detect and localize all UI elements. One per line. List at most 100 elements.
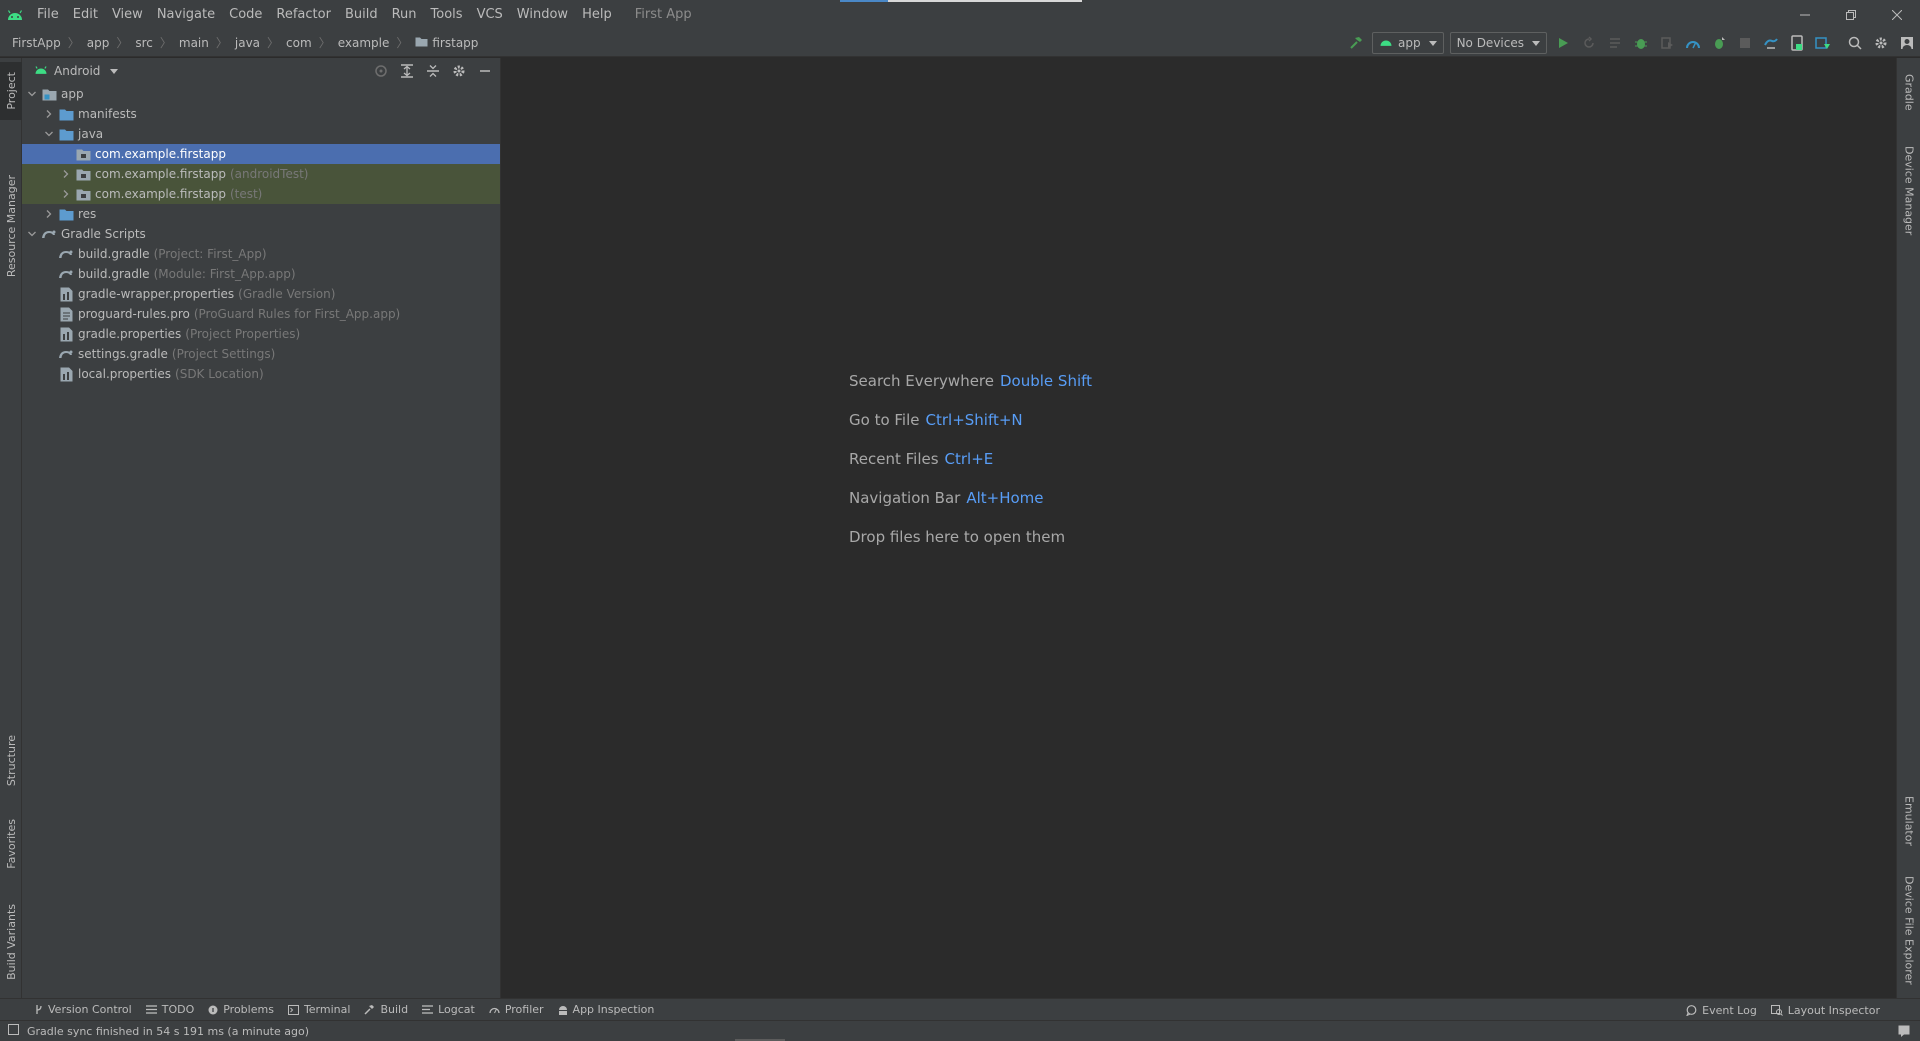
tab-project[interactable]: Project	[0, 62, 22, 120]
chevron-right-icon[interactable]	[43, 104, 55, 124]
chevron-right-icon[interactable]	[43, 204, 55, 224]
menu-code[interactable]: Code	[222, 0, 269, 29]
apply-changes-restart-icon[interactable]	[1576, 29, 1602, 57]
tree-row[interactable]: settings.gradle (Project Settings)	[22, 344, 500, 364]
expand-all-icon[interactable]	[394, 58, 420, 84]
panel-settings-gear-icon[interactable]	[446, 58, 472, 84]
tree-row[interactable]: manifests	[22, 104, 500, 124]
tree-row[interactable]: com.example.firstapp (androidTest)	[22, 164, 500, 184]
breadcrumb-item[interactable]: example	[338, 36, 390, 50]
breadcrumb-item[interactable]: app	[87, 36, 110, 50]
tab-build[interactable]: Build	[364, 1003, 408, 1016]
menu-file[interactable]: File	[30, 0, 66, 29]
chevron-right-icon[interactable]	[60, 184, 72, 204]
menu-navigate[interactable]: Navigate	[150, 0, 222, 29]
search-icon[interactable]	[1842, 29, 1868, 57]
run-icon[interactable]	[1550, 29, 1576, 57]
tab-event-log[interactable]: Event Log	[1686, 1004, 1757, 1017]
tab-profiler[interactable]: Profiler	[489, 1003, 544, 1016]
editor-area[interactable]: Search Everywhere Double Shift Go to File…	[502, 58, 1896, 998]
device-manager-icon[interactable]	[1784, 29, 1810, 57]
hide-panel-icon[interactable]	[472, 58, 498, 84]
menu-build[interactable]: Build	[338, 0, 385, 29]
tree-row[interactable]: Gradle Scripts	[22, 224, 500, 244]
chevron-right-icon[interactable]	[60, 164, 72, 184]
tree-row[interactable]: com.example.firstapp	[22, 144, 500, 164]
menu-run[interactable]: Run	[385, 0, 424, 29]
breadcrumb-item[interactable]: java	[235, 36, 260, 50]
chevron-down-icon[interactable]	[26, 84, 38, 104]
chevron-down-icon[interactable]	[43, 124, 55, 144]
tab-logcat-label: Logcat	[438, 1003, 475, 1016]
tab-build-variants[interactable]: Build Variants	[0, 894, 22, 990]
tree-row[interactable]: build.gradle (Module: First_App.app)	[22, 264, 500, 284]
breadcrumb-item[interactable]: src	[135, 36, 153, 50]
tab-layout-inspector[interactable]: Layout Inspector	[1770, 1004, 1880, 1017]
tab-favorites[interactable]: Favorites	[0, 810, 22, 878]
tab-structure[interactable]: Structure	[0, 728, 22, 794]
account-icon[interactable]	[1894, 29, 1920, 57]
tab-todo[interactable]: TODO	[145, 1003, 194, 1016]
project-panel-header: Android	[22, 58, 500, 84]
sync-gradle-icon[interactable]	[1758, 29, 1784, 57]
tab-terminal[interactable]: Terminal	[287, 1003, 350, 1016]
breadcrumb-item-current[interactable]: firstapp	[415, 36, 478, 50]
tree-row[interactable]: local.properties (SDK Location)	[22, 364, 500, 384]
tab-app-inspection[interactable]: App Inspection	[558, 1003, 654, 1016]
tree-row-name: java	[78, 127, 104, 141]
menu-vcs[interactable]: VCS	[470, 0, 510, 29]
tab-logcat[interactable]: Logcat	[422, 1003, 475, 1016]
tab-version-control[interactable]: Version Control	[34, 1003, 132, 1016]
settings-gear-icon[interactable]	[1868, 29, 1894, 57]
menu-help[interactable]: Help	[575, 0, 619, 29]
breadcrumb-item[interactable]: main	[179, 36, 209, 50]
tab-gradle[interactable]: Gradle	[1898, 64, 1920, 120]
tree-row[interactable]: gradle.properties (Project Properties)	[22, 324, 500, 344]
breadcrumb-item[interactable]: FirstApp	[12, 36, 61, 50]
minimize-button[interactable]	[1782, 0, 1828, 29]
tab-emulator[interactable]: Emulator	[1898, 786, 1920, 856]
tree-row-label: settings.gradle (Project Settings)	[78, 347, 275, 361]
apply-code-changes-icon[interactable]	[1602, 29, 1628, 57]
tree-row[interactable]: app	[22, 84, 500, 104]
device-select[interactable]: No Devices	[1449, 32, 1547, 54]
tab-device-manager[interactable]: Device Manager	[1898, 138, 1920, 244]
restore-button[interactable]	[1828, 0, 1874, 29]
sdk-manager-icon[interactable]	[1810, 29, 1836, 57]
notifications-icon[interactable]	[1898, 1025, 1910, 1040]
menu-tools[interactable]: Tools	[424, 0, 470, 29]
chevron-down-icon[interactable]	[110, 68, 119, 74]
chevron-down-icon[interactable]	[26, 224, 38, 244]
menu-window[interactable]: Window	[510, 0, 575, 29]
make-project-hammer-icon[interactable]	[1343, 29, 1369, 57]
tree-row[interactable]: build.gradle (Project: First_App)	[22, 244, 500, 264]
tree-row[interactable]: com.example.firstapp (test)	[22, 184, 500, 204]
select-opened-file-icon[interactable]	[368, 58, 394, 84]
attach-debugger-icon[interactable]	[1706, 29, 1732, 57]
profile-icon[interactable]	[1680, 29, 1706, 57]
run-config-select[interactable]: app	[1371, 32, 1444, 54]
run-with-coverage-icon[interactable]	[1654, 29, 1680, 57]
tree-row-label: build.gradle (Module: First_App.app)	[78, 267, 296, 281]
tree-row[interactable]: gradle-wrapper.properties (Gradle Version…	[22, 284, 500, 304]
text-file-icon	[58, 306, 74, 322]
android-studio-logo-icon	[0, 0, 30, 29]
project-view-select[interactable]: Android	[54, 64, 100, 78]
stop-icon[interactable]	[1732, 29, 1758, 57]
close-button[interactable]	[1874, 0, 1920, 29]
tab-problems[interactable]: Problems	[208, 1003, 274, 1016]
tab-resource-manager[interactable]: Resource Manager	[0, 136, 22, 316]
menu-edit[interactable]: Edit	[66, 0, 105, 29]
tab-build-variants-label: Build Variants	[4, 904, 18, 980]
menu-view[interactable]: View	[105, 0, 150, 29]
status-message[interactable]: Gradle sync finished in 54 s 191 ms (a m…	[27, 1025, 309, 1038]
tab-device-file-explorer[interactable]: Device File Explorer	[1898, 870, 1920, 990]
breadcrumb-item[interactable]: com	[286, 36, 312, 50]
collapse-all-icon[interactable]	[420, 58, 446, 84]
debug-icon[interactable]	[1628, 29, 1654, 57]
tree-row[interactable]: res	[22, 204, 500, 224]
tree-row[interactable]: java	[22, 124, 500, 144]
menu-refactor[interactable]: Refactor	[269, 0, 338, 29]
toggle-tool-windows-icon[interactable]	[8, 1024, 19, 1038]
tree-row[interactable]: proguard-rules.pro (ProGuard Rules for Fi…	[22, 304, 500, 324]
